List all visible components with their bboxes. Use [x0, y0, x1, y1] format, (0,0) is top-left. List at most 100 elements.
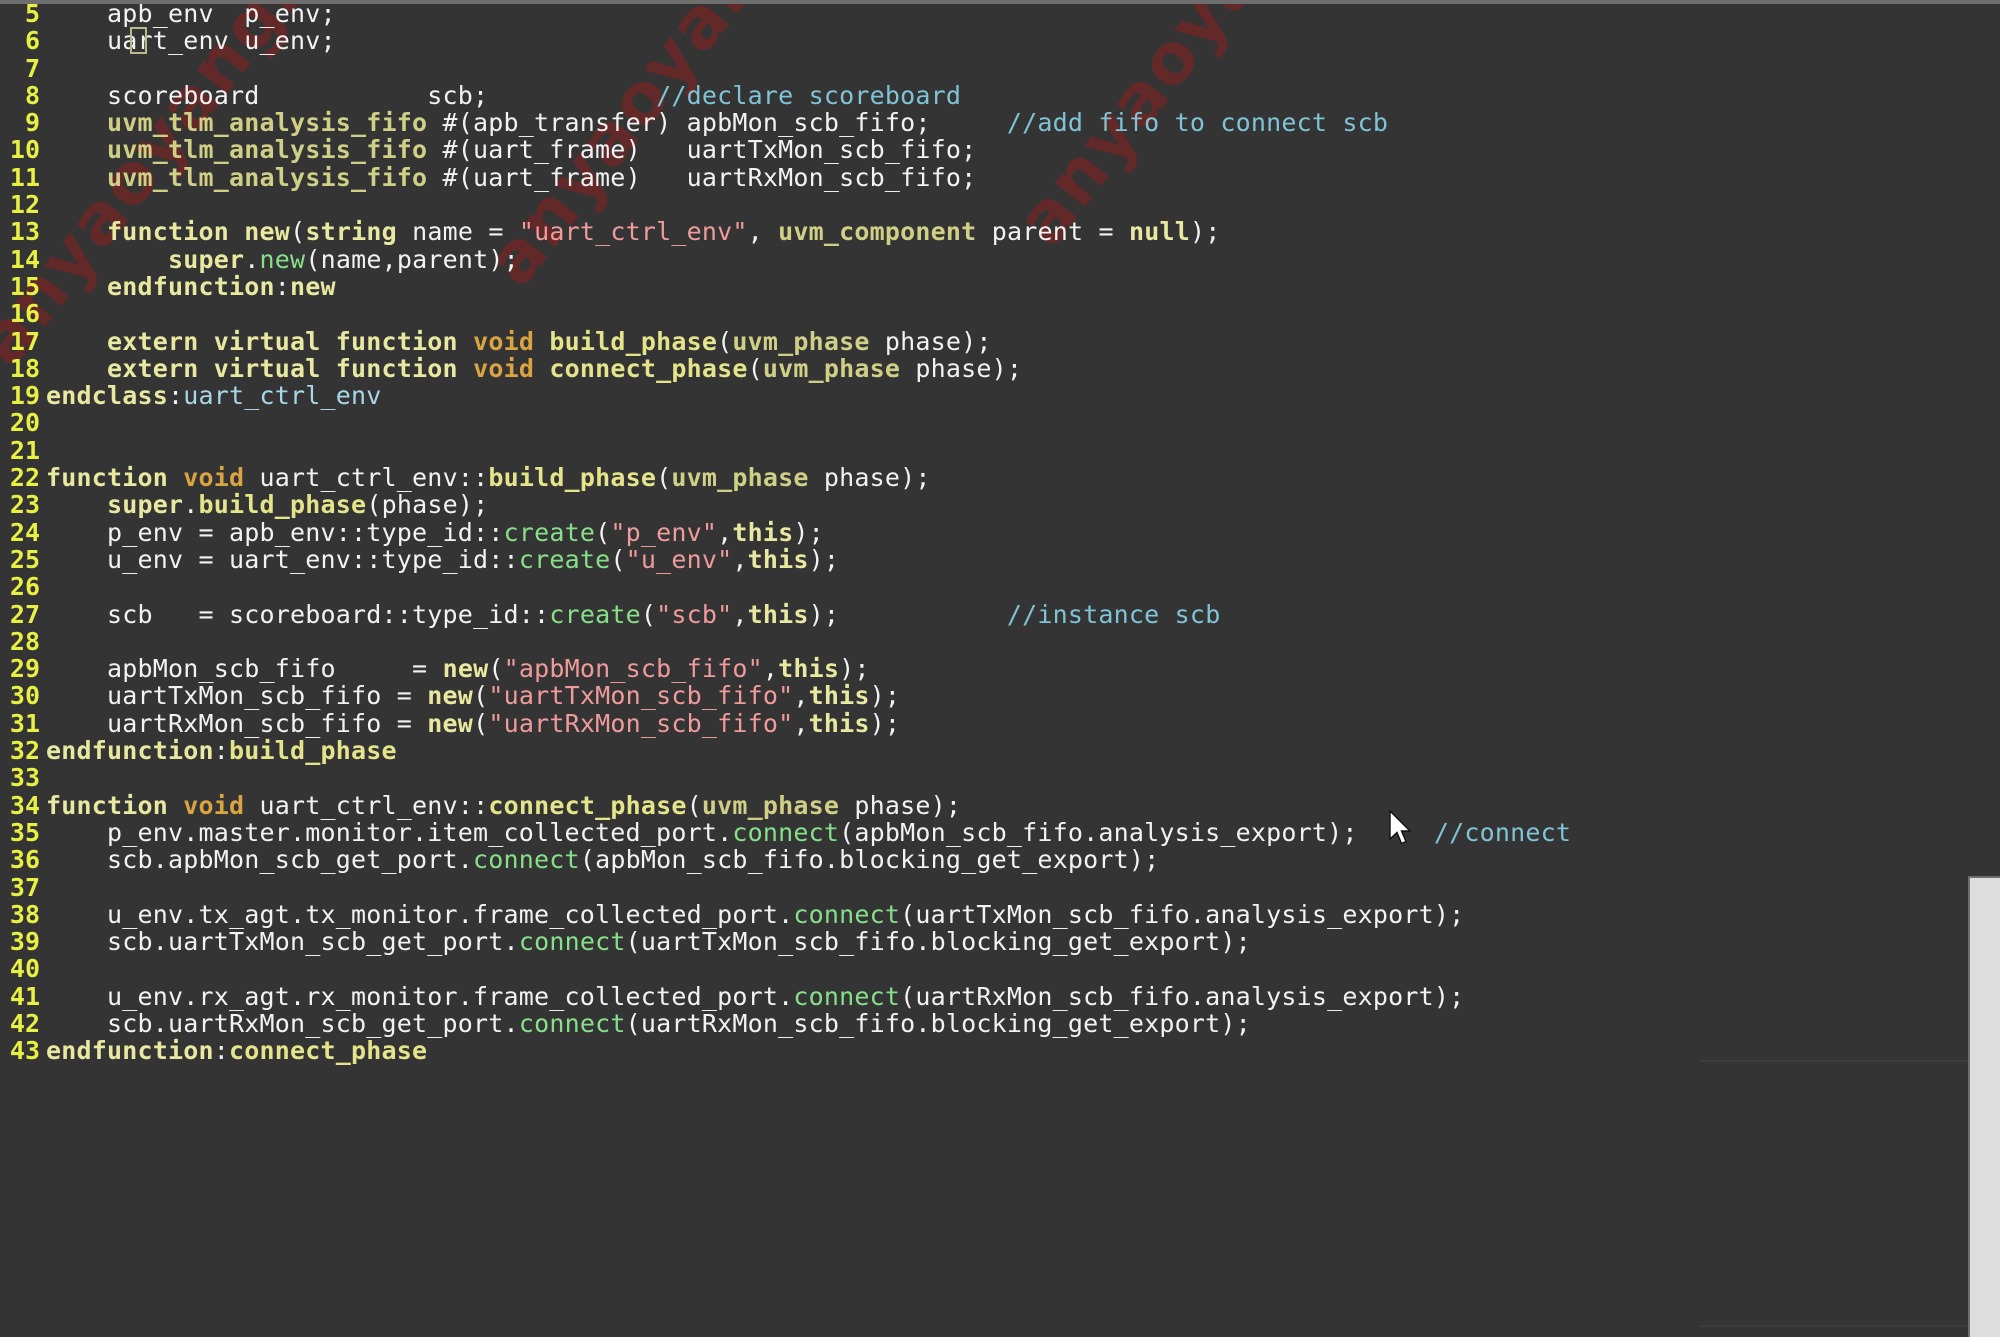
code-token: phase); — [839, 790, 962, 820]
code-token: #(apb_transfer) apbMon_scb_fifo; — [427, 108, 931, 138]
code-line[interactable]: 27 scb = scoreboard::type_id::create("sc… — [0, 599, 2000, 629]
code-line[interactable]: 37 — [0, 873, 2000, 901]
line-number: 39 — [9, 927, 40, 957]
code-line[interactable]: 30 uartTxMon_scb_fifo = new("uartTxMon_s… — [0, 682, 2000, 710]
line-number: 16 — [9, 299, 40, 329]
code-token: ); — [793, 517, 824, 547]
code-line[interactable]: 33 — [0, 764, 2000, 792]
code-line[interactable]: 24 p_env = apb_env::type_id::create("p_e… — [0, 517, 2000, 547]
text-caret — [130, 27, 147, 54]
code-editor-view[interactable]: anyaoyang3448.csdn.net anyaoyang3448.csd… — [0, 0, 2000, 1337]
code-line[interactable]: 8 scoreboard scb; //declare scoreboard — [0, 82, 2000, 110]
code-line[interactable]: 32 endfunction:build_phase — [0, 736, 2000, 766]
code-line[interactable]: 6 uart_env u_env; — [0, 27, 2000, 55]
code-line-text: uart_env u_env; — [46, 27, 336, 54]
code-line[interactable]: 14 super.new(name,parent); — [0, 244, 2000, 274]
code-line[interactable]: 10 uvm_tlm_analysis_fifo #(uart_frame) u… — [0, 135, 2000, 165]
code-token: ( — [686, 790, 702, 820]
code-line[interactable]: 26 — [0, 573, 2000, 601]
code-line-text: uvm_tlm_analysis_fifo #(uart_frame) uart… — [46, 136, 976, 163]
code-token: "uartRxMon_scb_fifo" — [488, 708, 794, 738]
code-line[interactable]: 22 function void uart_ctrl_env::build_pha… — [0, 463, 2000, 493]
line-number: 42 — [9, 1008, 40, 1038]
code-line[interactable]: 36 scb.apbMon_scb_get_port.connect(apbMo… — [0, 845, 2000, 874]
code-token: . — [183, 490, 199, 520]
line-number: 32 — [9, 736, 40, 766]
code-line[interactable]: 20 — [0, 409, 2000, 437]
code-line[interactable]: 25 u_env = uart_env::type_id::create("u_… — [0, 544, 2000, 574]
code-token: build_phase — [198, 490, 367, 520]
code-line[interactable]: 5 apb_env p_env; — [0, 0, 2000, 27]
code-line[interactable]: 7 — [0, 54, 2000, 82]
code-line[interactable]: 9 uvm_tlm_analysis_fifo #(apb_transfer) … — [0, 108, 2000, 138]
code-token: uartTxMon_scb_fifo = — [107, 681, 428, 711]
code-line-text: uvm_tlm_analysis_fifo #(uart_frame) uart… — [46, 164, 976, 191]
line-number: 19 — [9, 381, 40, 411]
code-token: u_env = uart_env::type_id:: — [107, 544, 519, 574]
code-line[interactable]: 39 scb.uartTxMon_scb_get_port.connect(ua… — [0, 927, 2000, 957]
code-token: extern virtual function — [107, 353, 458, 383]
code-line-text: apbMon_scb_fifo = new("apbMon_scb_fifo",… — [46, 655, 870, 682]
code-line[interactable]: 11 uvm_tlm_analysis_fifo #(uart_frame) u… — [0, 162, 2000, 192]
code-token: scb.uartTxMon_scb_get_port. — [107, 927, 519, 957]
code-line[interactable]: 35 p_env.master.monitor.item_collected_p… — [0, 817, 2000, 847]
code-line[interactable]: 31 uartRxMon_scb_fifo = new("uartRxMon_s… — [0, 709, 2000, 737]
code-token: "p_env" — [610, 517, 718, 547]
code-token: , — [762, 654, 779, 684]
code-token: parent = — [976, 217, 1129, 247]
code-token: (apbMon_scb_fifo.analysis_export); — [839, 817, 1358, 847]
code-line[interactable]: 18 extern virtual function void connect_… — [0, 353, 2000, 383]
code-line-text: uartTxMon_scb_fifo = new("uartTxMon_scb_… — [46, 682, 900, 709]
code-token: this — [808, 681, 870, 711]
code-token: uvm_phase — [762, 353, 901, 383]
code-line[interactable]: 38 u_env.tx_agt.tx_monitor.frame_collect… — [0, 899, 2000, 929]
code-token: p_env.master.monitor.item_collected_port… — [107, 817, 733, 847]
code-line[interactable]: 41 u_env.rx_agt.rx_monitor.frame_collect… — [0, 981, 2000, 1011]
code-token: this — [747, 544, 809, 574]
code-line[interactable]: 29 apbMon_scb_fifo = new("apbMon_scb_fif… — [0, 655, 2000, 683]
code-token: , — [717, 517, 733, 547]
line-number: 25 — [9, 544, 40, 574]
code-token: new — [442, 654, 489, 684]
code-token: (uartTxMon_scb_fifo.analysis_export); — [900, 899, 1465, 929]
code-token: endfunction — [46, 1036, 214, 1066]
code-token: function — [46, 463, 169, 493]
code-token: . — [244, 244, 260, 274]
line-number: 10 — [9, 135, 40, 165]
code-line[interactable]: 21 — [0, 436, 2000, 464]
code-line[interactable]: 28 — [0, 628, 2000, 656]
code-lines-container[interactable]: 5 apb_env p_env; 6 uart_env u_env; 7 8 scor… — [0, 0, 2000, 1065]
code-line[interactable]: 12 — [0, 191, 2000, 219]
code-line-text: scb.uartRxMon_scb_get_port.connect(uartR… — [46, 1010, 1251, 1037]
code-line[interactable]: 19 endclass:uart_ctrl_env — [0, 381, 2000, 411]
code-token: uart_ctrl_env:: — [244, 790, 489, 820]
code-token: , — [732, 599, 748, 629]
code-line[interactable]: 13 function new(string name = "uart_ctrl… — [0, 217, 2000, 247]
line-number: 11 — [9, 162, 40, 192]
vertical-scrollbar[interactable] — [1968, 876, 2000, 1337]
code-line[interactable]: 15 endfunction:new — [0, 273, 2000, 301]
code-line[interactable]: 23 super.build_phase(phase); — [0, 490, 2000, 520]
code-line[interactable]: 40 — [0, 955, 2000, 983]
code-line[interactable]: 17 extern virtual function void build_ph… — [0, 327, 2000, 355]
code-line-text: apb_env p_env; — [46, 0, 336, 27]
code-line-text: uartRxMon_scb_fifo = new("uartRxMon_scb_… — [46, 710, 900, 737]
code-line[interactable]: 16 — [0, 299, 2000, 329]
code-token: this — [732, 517, 794, 547]
code-token: u_env.tx_agt.tx_monitor.frame_collected_… — [107, 899, 794, 929]
code-token: (uartRxMon_scb_fifo.analysis_export); — [900, 981, 1465, 1011]
code-line[interactable]: 34 function void uart_ctrl_env::connect_p… — [0, 790, 2000, 820]
code-line[interactable]: 42 scb.uartRxMon_scb_get_port.connect(ua… — [0, 1008, 2000, 1038]
code-token: uvm_component — [778, 217, 977, 247]
